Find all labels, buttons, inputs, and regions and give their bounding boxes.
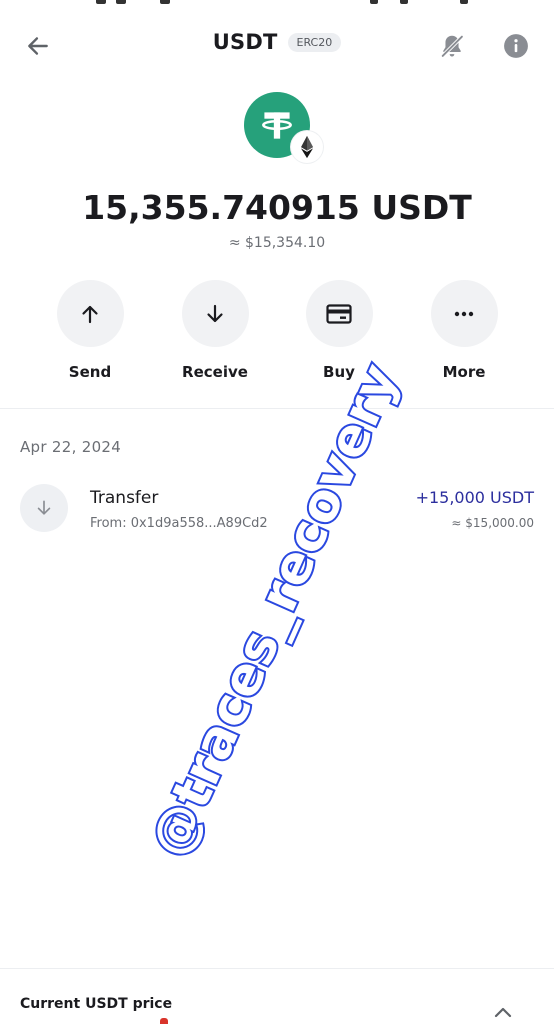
history-date: Apr 22, 2024	[20, 438, 122, 456]
info-icon	[504, 34, 528, 58]
status-icon	[370, 0, 378, 4]
send-label: Send	[68, 363, 112, 381]
transaction-title: Transfer	[90, 488, 159, 508]
bell-off-icon	[440, 34, 464, 58]
status-icon	[400, 0, 408, 4]
more-button[interactable]	[430, 280, 498, 347]
receive-label: Receive	[182, 363, 248, 381]
arrow-down-icon	[207, 304, 223, 322]
status-icon	[96, 0, 106, 4]
status-icon	[116, 0, 126, 4]
more-dots-icon	[454, 311, 474, 316]
more-action[interactable]: More	[414, 280, 514, 381]
current-price-label: Current USDT price	[20, 996, 173, 1012]
arrow-down-icon	[37, 500, 51, 515]
buy-button[interactable]	[305, 280, 373, 347]
transaction-icon	[20, 484, 68, 532]
send-button[interactable]	[56, 280, 124, 347]
expand-price-button[interactable]	[488, 1000, 518, 1024]
notifications-button[interactable]	[434, 28, 470, 64]
price-change-indicator	[160, 1018, 168, 1024]
footer-divider	[0, 968, 554, 969]
card-icon	[326, 303, 352, 324]
watermark-text: @traces_recovery	[137, 352, 413, 867]
status-icon	[460, 0, 468, 4]
receive-action[interactable]: Receive	[165, 280, 265, 381]
status-icon	[160, 0, 170, 4]
network-chip: ERC20	[287, 32, 342, 52]
chevron-up-icon	[494, 1007, 512, 1018]
transaction-amount: +15,000 USDT	[415, 488, 534, 507]
transaction-fiat: ≈ $15,000.00	[451, 516, 534, 530]
network-badge	[291, 131, 323, 163]
arrow-up-icon	[82, 305, 98, 323]
more-label: More	[442, 363, 486, 381]
receive-button[interactable]	[181, 280, 249, 347]
transaction-sender: From: 0x1d9a558...A89Cd2	[90, 516, 268, 531]
ethereum-icon	[301, 135, 313, 159]
send-action[interactable]: Send	[40, 280, 140, 381]
fiat-balance: ≈ $15,354.10	[228, 235, 326, 251]
token-balance: 15,355.740915 USDT	[82, 188, 472, 227]
page-title: USDT	[212, 30, 278, 54]
section-divider	[0, 408, 554, 409]
header-title-group: USDT ERC20	[0, 30, 554, 54]
info-button[interactable]	[498, 28, 534, 64]
